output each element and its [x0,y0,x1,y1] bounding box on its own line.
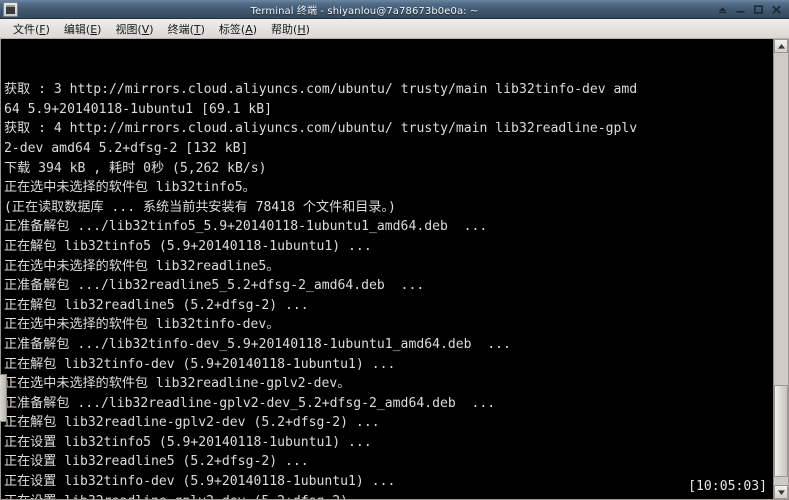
close-button[interactable] [771,4,782,15]
menu-edit-label: 编辑 [63,22,86,36]
terminal-line: 正准备解包 .../lib32readline-gplv2-dev_5.2+df… [4,395,496,411]
menu-view[interactable]: 视图(V) [108,19,160,39]
shade-button[interactable] [717,4,728,15]
terminal-line: 正在解包 lib32readline-gplv2-dev (5.2+dfsg-2… [4,415,380,431]
menu-edit[interactable]: 编辑(E) [57,19,109,39]
terminal-line: 正在解包 lib32tinfo-dev (5.9+20140118-1ubunt… [4,356,396,372]
menu-terminal-label: 终端 [167,22,190,36]
terminal-body: 获取 : 3 http://mirrors.cloud.aliyuncs.com… [0,39,789,500]
menu-file-accel: F [39,22,46,36]
terminal-line: 正在选中未选择的软件包 lib32readline5。 [4,258,280,274]
terminal-line: 正在设置 lib32readline-gplv2-dev (5.2+dfsg-2… [4,492,773,499]
menu-edit-accel: E [90,22,98,36]
menu-tabs-accel: A [245,22,253,36]
terminal-line: 下载 394 kB , 耗时 0秒 (5,262 kB/s) [4,160,267,176]
window-controls [711,4,787,15]
window-title: Terminal 终端 - shiyanlou@7a78673b0e0a: ~ [250,5,479,17]
menubar: 文件(F) 编辑(E) 视图(V) 终端(T) 标签(A) 帮助(H) [0,19,789,39]
minimize-button[interactable] [735,4,746,15]
menu-file[interactable]: 文件(F) [6,19,57,39]
terminal-line: 2-dev amd64 5.2+dfsg-2 [132 kB] [4,140,249,156]
menu-terminal[interactable]: 终端(T) [161,19,212,39]
terminal-window: Terminal 终端 - shiyanlou@7a78673b0e0a: ~ [0,0,789,500]
window-titlebar[interactable]: Terminal 终端 - shiyanlou@7a78673b0e0a: ~ [0,0,789,19]
menu-help-accel: H [297,22,306,36]
terminal-line: 获取 : 4 http://mirrors.cloud.aliyuncs.com… [4,121,638,137]
terminal-scrollbar[interactable] [773,39,788,499]
terminal-line: 正准备解包 .../lib32readline5_5.2+dfsg-2_amd6… [4,278,425,294]
maximize-button[interactable] [753,4,764,15]
terminal-line: 正在选中未选择的软件包 lib32tinfo5。 [4,180,256,196]
menu-terminal-accel: T [193,22,201,36]
scroll-up-arrow-icon[interactable] [774,39,788,53]
menu-tabs-label: 标签 [218,22,241,36]
terminal-line: 正在设置 lib32tinfo5 (5.9+20140118-1ubuntu1)… [4,434,372,450]
scrollbar-track[interactable] [774,53,788,485]
menu-help-label: 帮助 [271,22,294,36]
desktop-edge-panel-handle[interactable] [0,374,7,422]
terminal-line: 正在设置 lib32tinfo-dev (5.9+20140118-1ubunt… [4,474,396,490]
terminal-line: 正准备解包 .../lib32tinfo-dev_5.9+20140118-1u… [4,336,511,352]
terminal-output: 获取 : 3 http://mirrors.cloud.aliyuncs.com… [4,80,773,499]
terminal-screen[interactable]: 获取 : 3 http://mirrors.cloud.aliyuncs.com… [1,39,773,499]
terminal-icon [3,1,18,17]
terminal-clock: [10:05:03] [688,479,767,495]
menu-tabs[interactable]: 标签(A) [212,19,264,39]
terminal-line: 正准备解包 .../lib32tinfo5_5.9+20140118-1ubun… [4,219,488,235]
scrollbar-thumb[interactable] [774,385,788,477]
menu-view-accel: V [141,22,150,36]
terminal-line: 获取 : 3 http://mirrors.cloud.aliyuncs.com… [4,82,638,98]
terminal-line: 正在解包 lib32tinfo5 (5.9+20140118-1ubuntu1)… [4,238,372,254]
terminal-line: (正在读取数据库 ... 系统当前共安装有 78418 个文件和目录。) [4,199,396,215]
menu-file-label: 文件 [13,22,35,36]
terminal-line: 正在选中未选择的软件包 lib32readline-gplv2-dev。 [4,376,351,392]
terminal-line: 正在解包 lib32readline5 (5.2+dfsg-2) ... [4,297,309,313]
terminal-line: 64 5.9+20140118-1ubuntu1 [69.1 kB] [4,101,273,117]
scroll-down-arrow-icon[interactable] [774,485,788,499]
menu-view-label: 视图 [115,22,138,36]
menu-help[interactable]: 帮助(H) [264,19,317,39]
terminal-line: 正在设置 lib32readline5 (5.2+dfsg-2) ... [4,454,309,470]
terminal-line: 正在选中未选择的软件包 lib32tinfo-dev。 [4,317,280,333]
